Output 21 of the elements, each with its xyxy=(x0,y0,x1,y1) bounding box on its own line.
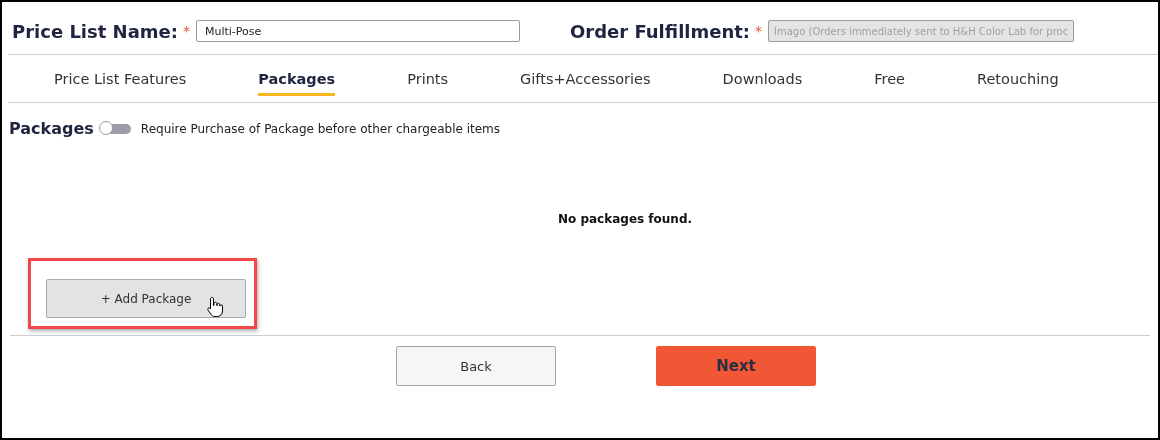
field-label: Order Fulfillment: xyxy=(570,20,751,42)
tab[interactable]: Prints xyxy=(407,61,449,96)
empty-message: No packages found. xyxy=(556,212,694,226)
text-field[interactable]: Multi-Pose xyxy=(196,20,520,42)
add-package-button[interactable]: + Add Package xyxy=(46,279,246,318)
field-label: Price List Name: xyxy=(12,20,178,42)
tab[interactable]: Gifts+Accessories xyxy=(520,61,651,96)
hand-cursor-icon xyxy=(207,296,223,318)
next-button[interactable]: Next xyxy=(656,346,816,386)
toggle-switch[interactable] xyxy=(100,123,131,134)
tab[interactable]: Packages xyxy=(258,61,336,96)
tab[interactable]: Free xyxy=(874,61,905,96)
tab[interactable]: Downloads xyxy=(722,61,803,96)
required-mark: * xyxy=(755,23,763,39)
tab[interactable]: Price List Features xyxy=(54,61,187,96)
text-field: Imago (Orders immediately sent to H&H Color Lab for proc xyxy=(768,20,1075,42)
toggle-label: Require Purchase of Package before other chargeable items xyxy=(140,121,501,136)
section-title: Packages xyxy=(9,119,94,138)
back-button[interactable]: Back xyxy=(396,346,556,386)
tab[interactable]: Retouching xyxy=(977,61,1059,96)
required-mark: * xyxy=(183,23,190,39)
